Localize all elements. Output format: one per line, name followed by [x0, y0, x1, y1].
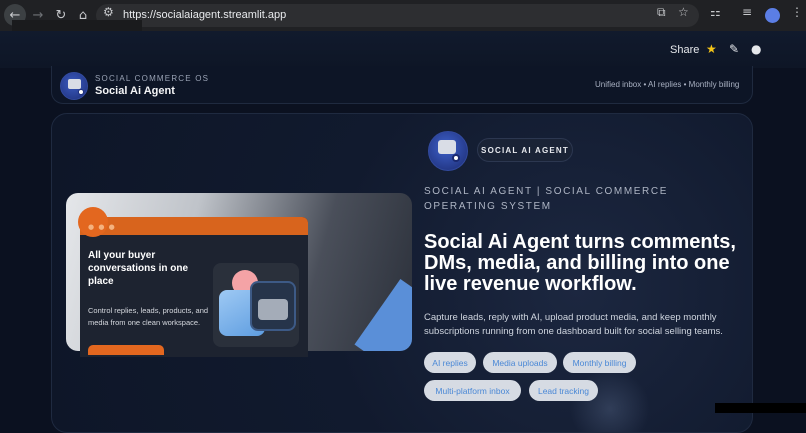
- tag-media-uploads: Media uploads: [483, 352, 557, 373]
- brand-eyebrow: SOCIAL COMMERCE OS: [95, 74, 210, 83]
- bookmark-star-icon[interactable]: ☆: [678, 5, 689, 19]
- mockup-accent-stripe: [354, 279, 412, 351]
- profile-avatar[interactable]: [765, 8, 780, 23]
- tag-multi-platform-inbox: Multi-platform inbox: [424, 380, 521, 401]
- chat-bubble-icon: [68, 79, 81, 89]
- star-icon[interactable]: ★: [706, 42, 717, 56]
- hero-headline: Social Ai Agent turns comments, DMs, med…: [424, 231, 736, 295]
- share-button[interactable]: Share: [670, 44, 699, 56]
- media-control-icon[interactable]: ≡: [742, 5, 752, 19]
- mockup-body: Control replies, leads, products, and me…: [88, 306, 209, 327]
- features-summary: Unified inbox • AI replies • Monthly bil…: [595, 80, 740, 89]
- tag-ai-replies: AI replies: [424, 352, 476, 373]
- github-icon[interactable]: ●: [751, 42, 761, 56]
- chat-bubble-icon: [438, 140, 456, 154]
- site-info-icon[interactable]: ⚙: [103, 5, 114, 19]
- hero-description: Capture leads, reply with AI, upload pro…: [424, 312, 723, 337]
- hero-glow: [570, 369, 650, 432]
- mockup-gray-block: [258, 299, 288, 320]
- gear-icon: [452, 154, 460, 162]
- app-logo-small: [60, 72, 88, 100]
- mockup-heading: All your buyer conversations in one plac…: [88, 250, 189, 287]
- mockup-orange-dot: [78, 207, 108, 237]
- tag-lead-tracking: Lead tracking: [529, 380, 598, 401]
- edit-pencil-icon[interactable]: ✎: [729, 42, 739, 56]
- tag-monthly-billing: Monthly billing: [563, 352, 636, 373]
- brand-name: Social Ai Agent: [95, 85, 175, 97]
- app-logo-large: [428, 131, 468, 171]
- mockup-window-dots: ● ● ●: [88, 223, 116, 231]
- hero-kicker: SOCIAL AI AGENT | SOCIAL COMMERCE OPERAT…: [424, 186, 668, 212]
- install-app-icon[interactable]: ⧉: [657, 5, 666, 20]
- corner-overlay: [715, 403, 806, 413]
- hero-badge: SOCIAL AI AGENT: [477, 138, 573, 162]
- browser-menu-icon[interactable]: ⋮: [791, 5, 803, 19]
- url-text[interactable]: https://socialaiagent.streamlit.app: [123, 9, 286, 21]
- gear-icon: [78, 89, 84, 95]
- extensions-icon[interactable]: ⚏: [710, 5, 721, 19]
- mockup-cta: [88, 345, 164, 355]
